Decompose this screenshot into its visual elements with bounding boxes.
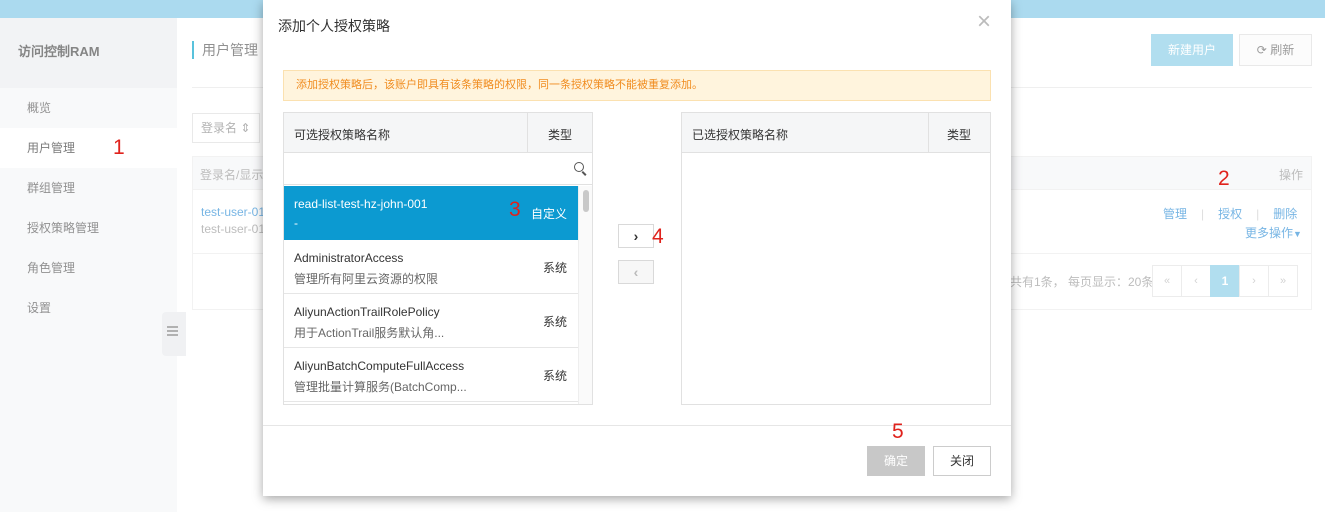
- move-right-button[interactable]: ›: [618, 224, 654, 248]
- policy-type: 系统: [543, 315, 568, 329]
- policy-search-input[interactable]: [284, 153, 592, 185]
- chevron-left-icon: ‹: [633, 264, 639, 280]
- confirm-button[interactable]: 确定: [867, 446, 925, 476]
- policy-desc: 管理批量计算服务(BatchComp...: [294, 380, 467, 394]
- selected-policy-type-header: 类型: [947, 128, 972, 142]
- available-policy-name-header: 可选授权策略名称: [294, 128, 391, 142]
- chevron-right-icon: ›: [633, 228, 639, 244]
- policy-desc: 用于ActionTrail服务默认角...: [294, 326, 445, 340]
- dialog-header: 添加个人授权策略 ×: [263, 0, 1011, 46]
- policy-type: 系统: [543, 369, 568, 383]
- policy-list-item[interactable]: AliyunActionTrailRolePolicy 用于ActionTrai…: [284, 294, 578, 348]
- selected-policies-header: 已选授权策略名称 类型: [682, 113, 990, 153]
- policy-type: 自定义: [531, 207, 568, 221]
- available-policies-header: 可选授权策略名称 类型: [284, 113, 592, 153]
- annotation-5: 5: [892, 420, 904, 443]
- policy-name: AdministratorAccess: [294, 251, 404, 265]
- available-policy-type-header: 类型: [548, 128, 573, 142]
- scrollbar-thumb[interactable]: [583, 190, 589, 212]
- policy-list-scrollbar[interactable]: [578, 186, 592, 404]
- notice-banner: 添加授权策略后，该账户即具有该条策略的权限，同一条授权策略不能被重复添加。: [283, 70, 991, 101]
- search-icon[interactable]: [574, 162, 584, 172]
- annotation-1: 1: [113, 136, 125, 159]
- policy-name: read-list-test-hz-john-001: [294, 197, 428, 211]
- selected-policies-panel: 已选授权策略名称 类型: [681, 112, 991, 405]
- policy-name: AliyunActionTrailRolePolicy: [294, 305, 440, 319]
- policy-desc: -: [294, 216, 298, 230]
- policy-list-item[interactable]: AdministratorAccess 管理所有阿里云资源的权限 系统: [284, 240, 578, 294]
- available-policies-panel: 可选授权策略名称 类型 read-list-test-hz-john-001 -…: [283, 112, 593, 405]
- close-button[interactable]: 关闭: [933, 446, 991, 476]
- header-divider: [928, 113, 929, 153]
- policy-type: 系统: [543, 261, 568, 275]
- dialog-title: 添加个人授权策略: [278, 18, 390, 34]
- policy-desc: 管理所有阿里云资源的权限: [294, 272, 439, 286]
- policy-list-item[interactable]: read-list-test-hz-john-001 - 自定义: [284, 186, 578, 240]
- annotation-4: 4: [652, 225, 664, 248]
- header-divider: [527, 113, 528, 153]
- policy-name: AliyunBatchComputeFullAccess: [294, 359, 465, 373]
- policy-list-item[interactable]: AliyunBatchComputeFullAccess 管理批量计算服务(Ba…: [284, 348, 578, 402]
- annotation-2: 2: [1218, 167, 1230, 190]
- selected-policy-name-header: 已选授权策略名称: [692, 128, 789, 142]
- available-policies-list: read-list-test-hz-john-001 - 自定义 Adminis…: [284, 186, 578, 404]
- close-icon[interactable]: ×: [977, 10, 991, 34]
- annotation-3: 3: [509, 198, 521, 221]
- move-left-button[interactable]: ‹: [618, 260, 654, 284]
